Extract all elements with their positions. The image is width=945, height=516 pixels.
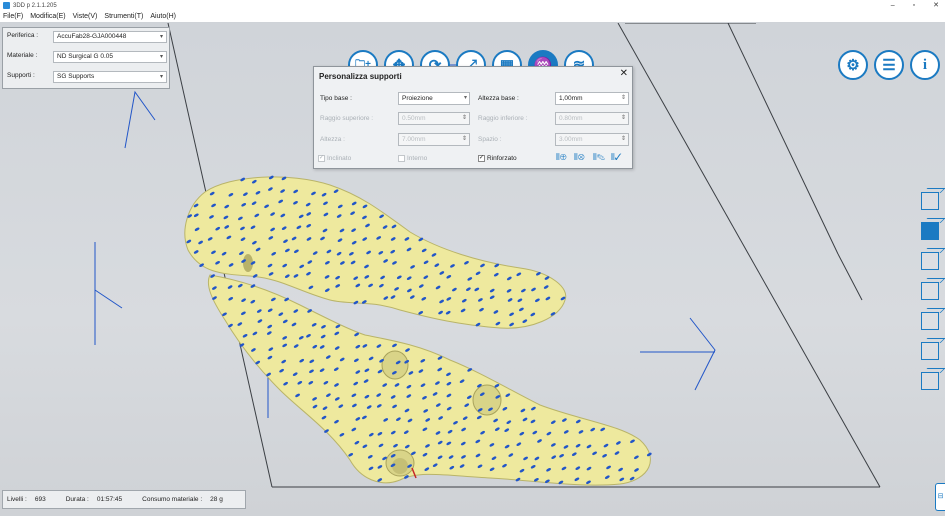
device-value: AccuFab28-GJA000448 xyxy=(57,33,127,40)
menu-edit[interactable]: Modifica(E) xyxy=(30,13,65,20)
info-icon: i xyxy=(922,56,928,73)
supports-label: Supporti : xyxy=(7,72,35,79)
spacing-label: Spazio : xyxy=(478,136,502,143)
spinner-arrows-icon: ⇕ xyxy=(461,136,467,142)
lower-radius-spinner[interactable]: 0.80mm ⇕ xyxy=(555,112,629,125)
spinner-arrows-icon: ⇕ xyxy=(620,95,626,101)
upper-radius-value: 0.50mm xyxy=(402,115,426,122)
minimize-button[interactable]: – xyxy=(891,0,895,11)
base-type-label: Tipo base : xyxy=(320,95,352,102)
delete-support-icon[interactable]: ⫴⊗ xyxy=(574,152,588,164)
base-type-select[interactable]: Proiezione ▾ xyxy=(398,92,470,105)
checkbox-box: ✓ xyxy=(318,155,325,162)
expand-icon: ⊟ xyxy=(937,493,944,500)
device-select[interactable]: AccuFab28-GJA000448 ▾ xyxy=(53,31,167,43)
material-usage-label: Consumo materiale : xyxy=(142,496,203,503)
view-front-button[interactable] xyxy=(921,222,939,240)
material-usage-value: 28 g xyxy=(210,496,223,503)
supports-row: Supporti : xyxy=(7,72,53,79)
internal-label: Interno xyxy=(407,155,428,162)
material-label: Materiale : xyxy=(7,52,38,59)
height-value: 7.00mm xyxy=(402,136,426,143)
material-select[interactable]: ND Surgical G 0.05 ▾ xyxy=(53,51,167,63)
height-spinner[interactable]: 7.00mm ⇕ xyxy=(398,133,470,146)
menu-help[interactable]: Aiuto(H) xyxy=(150,13,176,20)
spinner-arrows-icon: ⇕ xyxy=(620,136,626,142)
duration-label: Durata : xyxy=(65,496,89,503)
title-bar: 3DD p 2.1.1.205 – ▫ ✕ xyxy=(0,0,945,11)
view-top-button[interactable] xyxy=(921,342,939,360)
spinner-arrows-icon: ⇕ xyxy=(461,115,467,121)
settings-button[interactable]: ⚙ xyxy=(838,50,868,80)
duration-value: 01:57:45 xyxy=(96,496,123,503)
view-bottom-button[interactable] xyxy=(921,372,939,390)
reinforced-checkbox[interactable]: ✓ Rinforzato xyxy=(478,155,517,162)
device-row: Periferica : xyxy=(7,32,53,39)
menu-file[interactable]: File(F) xyxy=(3,13,23,20)
chevron-down-icon: ▾ xyxy=(159,54,163,60)
edit-support-icon[interactable]: ⫴✎ xyxy=(593,152,607,164)
material-row: Materiale : xyxy=(7,52,53,59)
document-list-icon: ☰ xyxy=(882,56,896,74)
window-title: 3DD p 2.1.1.205 xyxy=(13,2,57,9)
spinner-arrows-icon: ⇕ xyxy=(620,115,626,121)
menu-bar: File(F) Modifica(E) Viste(V) Strumenti(T… xyxy=(0,11,945,23)
dialog-title: Personalizza supporti xyxy=(319,72,402,81)
report-button[interactable]: ☰ xyxy=(874,50,904,80)
chevron-down-icon: ▾ xyxy=(159,34,163,40)
base-height-spinner[interactable]: 1,00mm ⇕ xyxy=(555,92,629,105)
view-iso-button[interactable] xyxy=(921,192,939,210)
custom-supports-dialog: Personalizza supporti ✕ Tipo base : Proi… xyxy=(313,66,633,169)
side-panel-toggle[interactable]: ⊟ xyxy=(935,483,945,511)
status-bar: Livelli : 693 Durata : 01:57:45 Consumo … xyxy=(2,490,246,509)
view-cube-panel xyxy=(921,192,939,390)
upper-radius-spinner[interactable]: 0.50mm ⇕ xyxy=(398,112,470,125)
reinforced-label: Rinforzato xyxy=(487,155,517,162)
view-right-button[interactable] xyxy=(921,312,939,330)
info-button[interactable]: i xyxy=(910,50,940,80)
checkbox-box: ✓ xyxy=(478,155,485,162)
printer-properties-panel: Periferica : AccuFab28-GJA000448 ▾ Mater… xyxy=(2,27,170,89)
menu-tools[interactable]: Strumenti(T) xyxy=(104,13,143,20)
close-window-button[interactable]: ✕ xyxy=(933,0,939,11)
device-label: Periferica : xyxy=(7,32,39,39)
chevron-down-icon: ▾ xyxy=(159,74,163,80)
material-value: ND Surgical G 0.05 xyxy=(57,53,113,60)
supports-value: SG Supports xyxy=(57,73,95,80)
layers-value: 693 xyxy=(34,496,46,503)
add-support-icon[interactable]: ⫴⊕ xyxy=(556,152,570,164)
gear-icon: ⚙ xyxy=(846,56,860,74)
internal-checkbox[interactable]: Interno xyxy=(398,155,427,162)
base-type-value: Proiezione xyxy=(402,95,433,102)
restore-button[interactable]: ▫ xyxy=(913,0,915,11)
spacing-spinner[interactable]: 3.00mm ⇕ xyxy=(555,133,629,146)
checkbox-box xyxy=(398,155,405,162)
upper-radius-label: Raggio superiore : xyxy=(320,115,374,122)
base-height-label: Altezza base : xyxy=(478,95,519,102)
chevron-down-icon: ▾ xyxy=(463,95,467,101)
menu-view[interactable]: Viste(V) xyxy=(73,13,98,20)
base-height-value: 1,00mm xyxy=(559,95,583,102)
lower-radius-value: 0.80mm xyxy=(559,115,583,122)
inclined-checkbox[interactable]: ✓ Inclinato xyxy=(318,155,351,162)
confirm-support-icon[interactable]: ⫴✓ xyxy=(611,152,625,164)
app-logo-icon xyxy=(3,2,10,9)
dialog-close-button[interactable]: ✕ xyxy=(620,68,628,79)
spacing-value: 3.00mm xyxy=(559,136,583,143)
lower-radius-label: Raggio inferiore : xyxy=(478,115,528,122)
supports-select[interactable]: SG Supports ▾ xyxy=(53,71,167,83)
right-toolbar: ⚙ ☰ i xyxy=(838,50,940,80)
view-left-button[interactable] xyxy=(921,282,939,300)
inclined-label: Inclinato xyxy=(327,155,352,162)
layers-label: Livelli : xyxy=(7,496,27,503)
view-back-button[interactable] xyxy=(921,252,939,270)
height-label: Altezza : xyxy=(320,136,345,143)
